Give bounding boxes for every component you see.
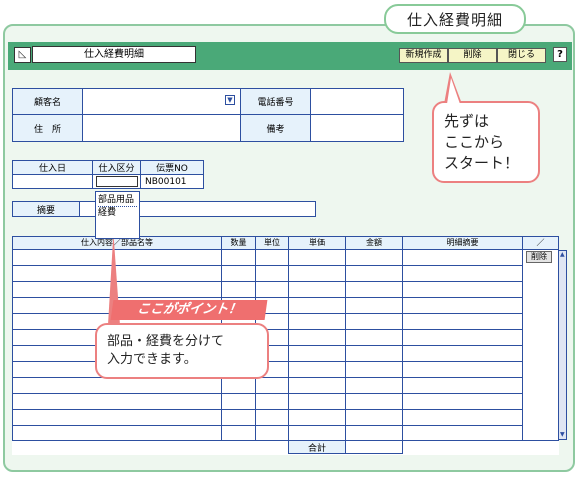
callout-line: 部品・経費を分けて [107, 334, 225, 349]
chevron-down-icon[interactable]: ▼ [225, 95, 235, 105]
col-divider [522, 250, 523, 440]
table-row [12, 377, 522, 378]
customer-name-field[interactable] [82, 88, 241, 115]
window-title: 仕入経費明細 [32, 46, 196, 63]
col-detail-note: 明細摘要 [402, 236, 523, 250]
delete-button[interactable]: 削除 [448, 48, 497, 63]
new-button[interactable]: 新規作成 [399, 48, 448, 63]
phone-field[interactable] [310, 88, 404, 115]
purchase-type-options: 部品用品 経費 [95, 191, 140, 239]
col-unit: 単位 [255, 236, 289, 250]
slip-no-label: 伝票NO [140, 160, 204, 175]
help-button[interactable]: ? [553, 47, 567, 62]
callout-line: スタート！ [444, 154, 520, 172]
callout-line: ここから [444, 133, 505, 151]
table-row [12, 281, 522, 282]
table-row [12, 425, 522, 426]
address-label: 住 所 [12, 114, 83, 142]
page-title: 仕入経費明細 [384, 4, 526, 34]
col-amount: 金額 [345, 236, 403, 250]
callout-pointer-inner [447, 78, 460, 104]
option-expense[interactable]: 経費 [98, 206, 137, 219]
table-row [12, 440, 559, 441]
col-action: ／ [522, 236, 559, 250]
note-label: 備考 [240, 114, 311, 142]
callout-line: 先ずは [444, 112, 490, 130]
callout-line: 入力できます。 [107, 352, 197, 367]
scroll-down-icon[interactable]: ▼ [560, 432, 565, 438]
point-callout: 部品・経費を分けて 入力できます。 [95, 323, 269, 379]
total-value [345, 440, 403, 454]
table-row [12, 313, 522, 314]
scroll-up-icon[interactable]: ▲ [560, 252, 565, 258]
start-callout: 先ずは ここから スタート！ [432, 101, 540, 183]
address-field[interactable] [82, 114, 241, 142]
row-delete-button[interactable]: 削除 [526, 251, 552, 263]
point-badge: ここがポイント！ [110, 300, 268, 320]
option-parts[interactable]: 部品用品 [98, 194, 137, 206]
table-row [12, 265, 522, 266]
purchase-type-select[interactable] [96, 176, 138, 187]
phone-label: 電話番号 [240, 88, 311, 115]
purchase-type-label: 仕入区分 [92, 160, 141, 175]
purchase-date-label: 仕入日 [12, 160, 93, 175]
summary-label: 摘要 [12, 201, 80, 217]
customer-name-label: 顧客名 [12, 88, 83, 115]
col-unit-price: 単価 [288, 236, 346, 250]
table-row [12, 393, 522, 394]
note-field[interactable] [310, 114, 404, 142]
total-label: 合計 [288, 440, 346, 454]
purchase-date-field[interactable] [12, 174, 93, 189]
close-button[interactable]: 閉じる [497, 48, 546, 63]
table-scrollbar[interactable]: ▲ ▼ [558, 250, 567, 440]
col-qty: 数量 [221, 236, 256, 250]
table-row [12, 409, 522, 410]
table-row [12, 297, 522, 298]
window-icon: ◺ [14, 47, 31, 63]
slip-no-value: NB00101 [140, 174, 204, 189]
